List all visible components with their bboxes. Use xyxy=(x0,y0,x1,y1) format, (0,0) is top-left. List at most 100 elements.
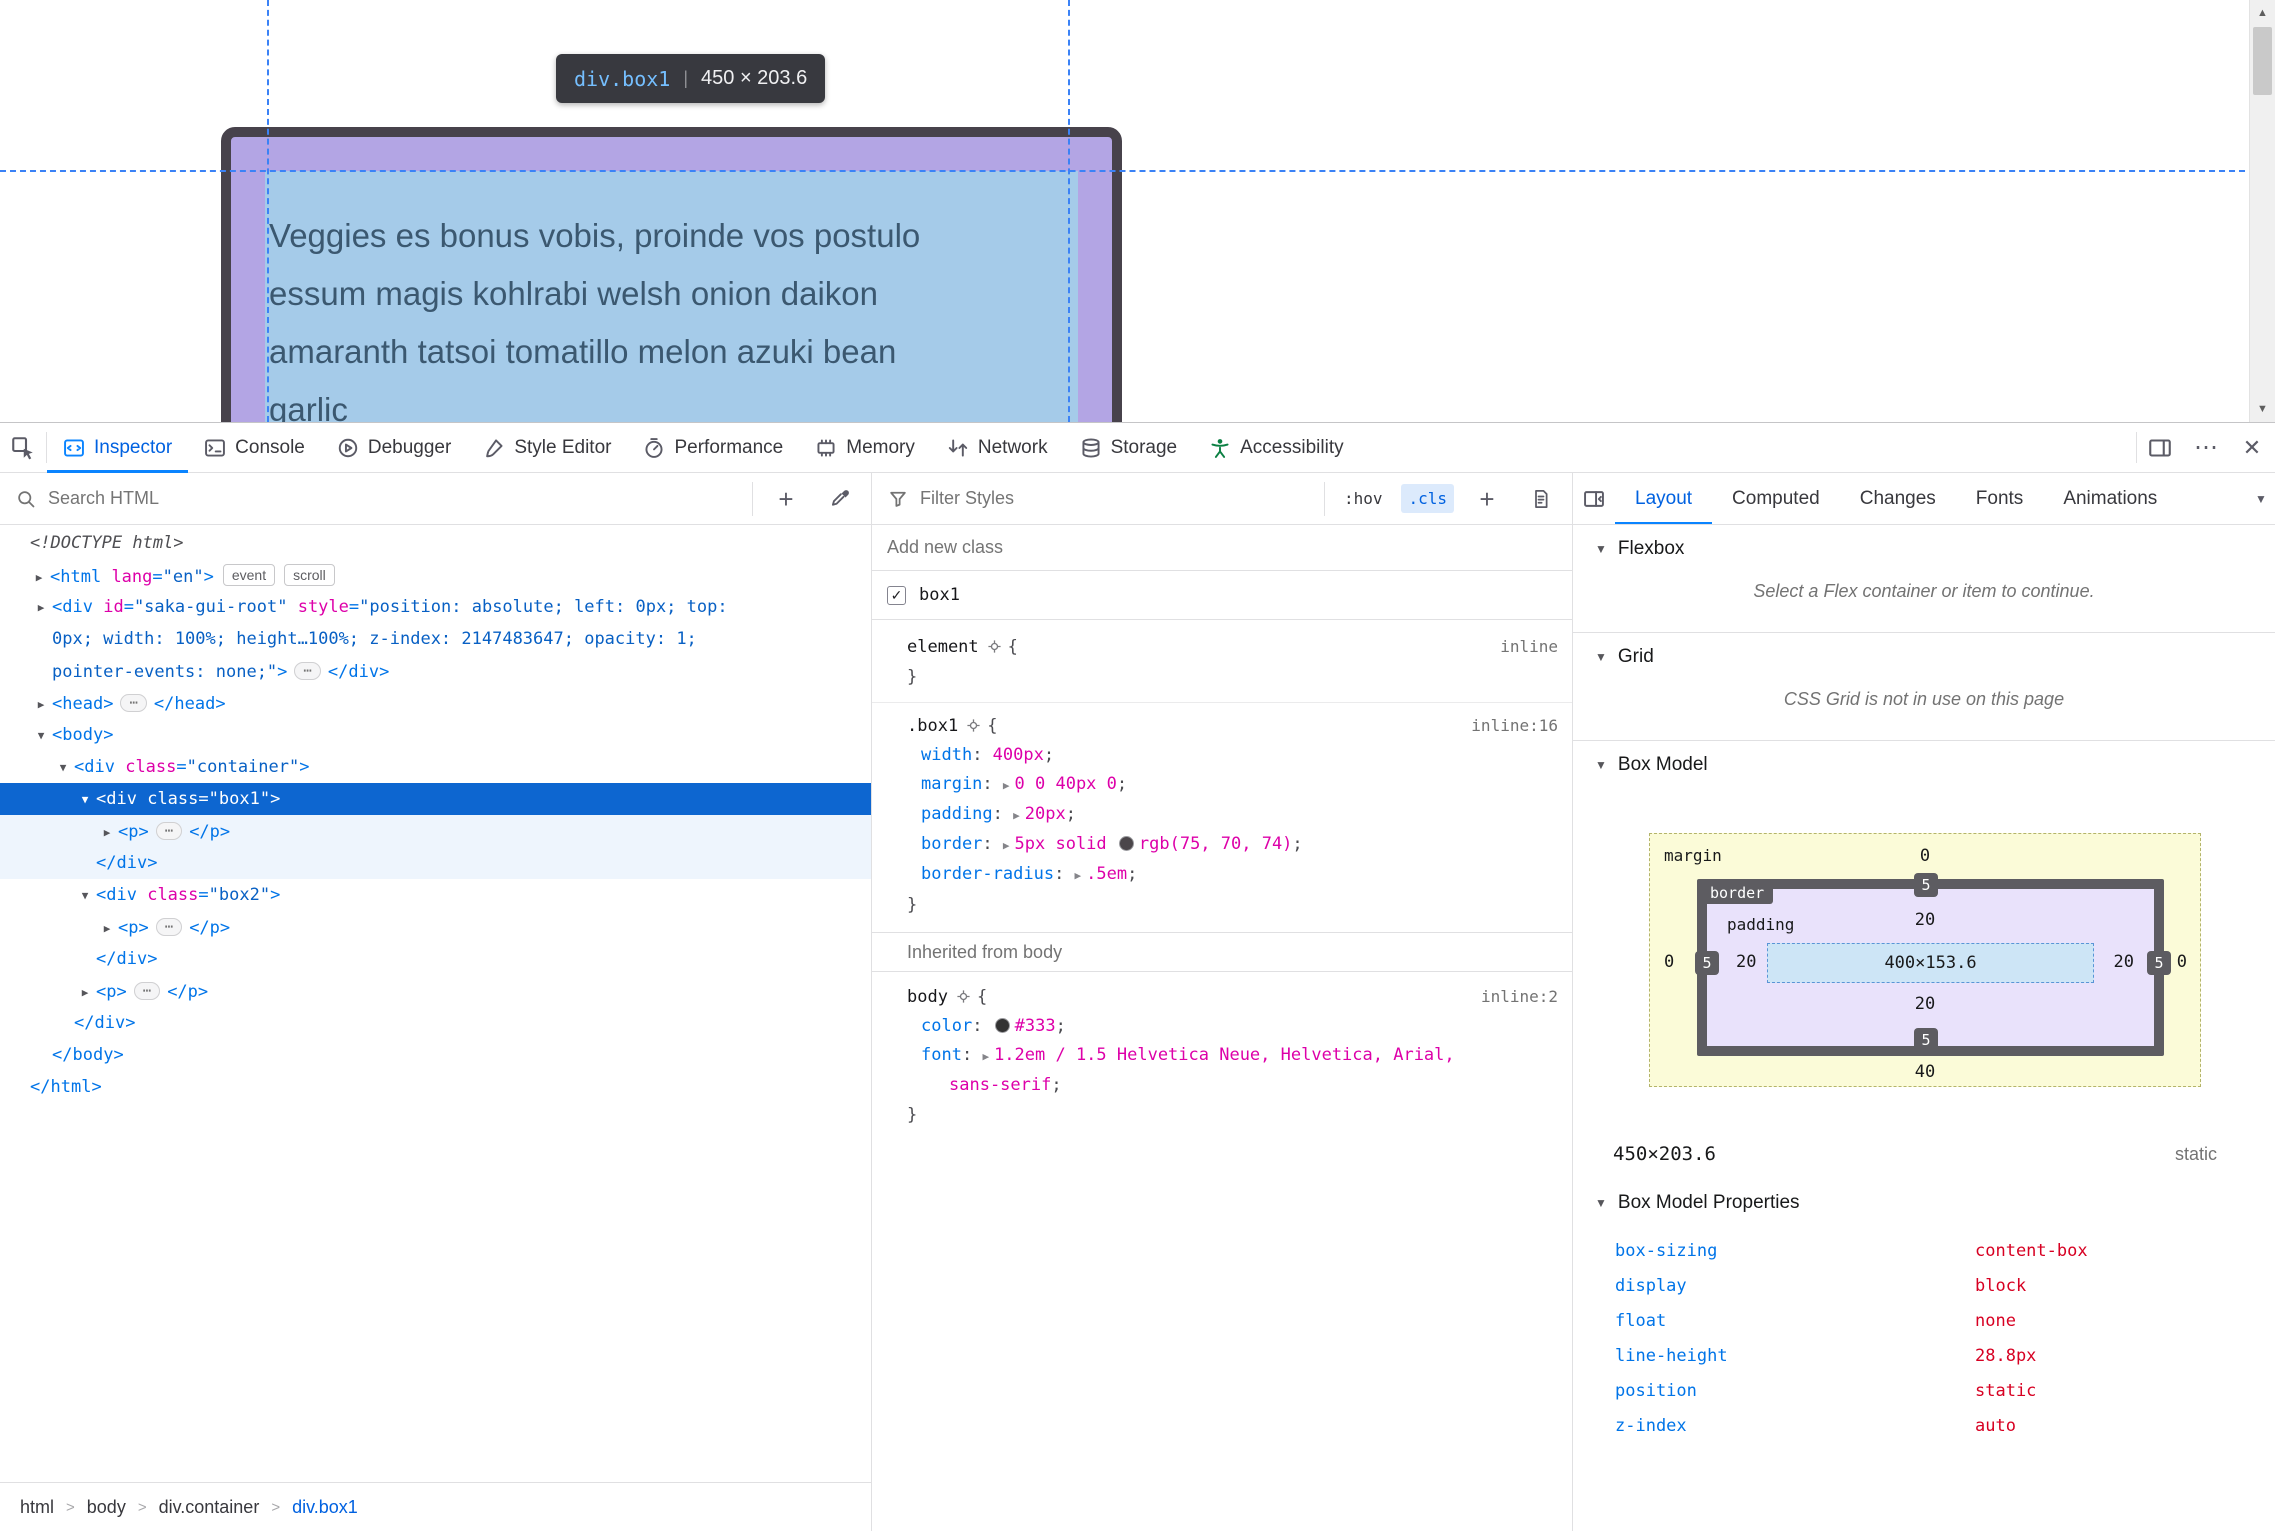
css-declaration[interactable]: border: ▶ 5px solid rgb(75, 70, 74); xyxy=(872,830,1572,860)
margin-right-value[interactable]: 0 xyxy=(2177,952,2187,972)
twisty-right-icon[interactable]: ▶ xyxy=(30,592,52,624)
box-model-diagram[interactable]: margin 0 0 0 40 border padding 400×153.6 xyxy=(1649,833,2201,1087)
margin-top-value[interactable]: 0 xyxy=(1650,846,2200,866)
rule-source-link[interactable]: inline:16 xyxy=(1471,711,1558,741)
markup-row[interactable]: </body> xyxy=(0,1039,871,1071)
css-declaration[interactable]: font: ▶ 1.2em / 1.5 Helvetica Neue, Helve… xyxy=(872,1041,1572,1100)
markup-row[interactable]: ▶ <head> ⋯ </head> xyxy=(0,687,871,719)
markup-row[interactable]: </div> xyxy=(0,1007,871,1039)
tab-console[interactable]: Console xyxy=(188,423,321,472)
class-checkbox[interactable]: ✓ xyxy=(887,585,906,605)
color-swatch[interactable] xyxy=(1118,836,1134,851)
badge-scroll[interactable]: scroll xyxy=(284,564,335,586)
close-devtools-button[interactable]: ✕ xyxy=(2229,423,2275,472)
page-scrollbar[interactable]: ▲ ▼ xyxy=(2249,0,2275,422)
margin-bottom-value[interactable]: 40 xyxy=(1650,1062,2200,1082)
tab-fonts[interactable]: Fonts xyxy=(1956,473,2044,524)
property-name[interactable]: display xyxy=(1615,1276,1975,1296)
inline-expander[interactable]: ⋯ xyxy=(155,822,183,840)
scroll-up-icon[interactable]: ▲ xyxy=(2250,0,2275,26)
twisty-right-icon[interactable]: ▶ xyxy=(30,689,52,721)
selector-highlighter-icon[interactable] xyxy=(966,718,981,733)
selector-highlighter-icon[interactable] xyxy=(956,989,971,1004)
box-model-properties-header[interactable]: ▼ Box Model Properties xyxy=(1573,1179,2275,1227)
property-name[interactable]: float xyxy=(1615,1311,1975,1331)
add-class-row[interactable]: Add new class xyxy=(872,525,1572,571)
grid-header[interactable]: ▼ Grid xyxy=(1573,633,2275,681)
chevron-down-icon[interactable]: ▼ xyxy=(2247,473,2275,524)
tab-changes[interactable]: Changes xyxy=(1840,473,1956,524)
property-name[interactable]: line-height xyxy=(1615,1346,1975,1366)
sidebar-toggle-button[interactable] xyxy=(1573,473,1615,524)
add-class-input[interactable]: Add new class xyxy=(887,537,1003,558)
twisty-right-icon[interactable]: ▶ xyxy=(74,977,96,1009)
markup-row[interactable]: ▼ <div class="container"> xyxy=(0,751,871,783)
print-media-button[interactable] xyxy=(1520,473,1562,524)
border-bottom-value[interactable]: 5 xyxy=(1914,1028,1938,1052)
rule-source-link[interactable]: inline:2 xyxy=(1481,982,1558,1012)
tab-style-editor[interactable]: Style Editor xyxy=(467,423,627,472)
property-name[interactable]: z-index xyxy=(1615,1416,1975,1436)
twisty-down-icon[interactable]: ▼ xyxy=(74,880,96,912)
markup-row[interactable]: </html> xyxy=(0,1071,871,1103)
inline-expander[interactable]: ⋯ xyxy=(155,918,183,936)
expand-icon[interactable]: ▶ xyxy=(1013,809,1020,822)
css-declaration[interactable]: padding: ▶ 20px; xyxy=(872,800,1572,830)
markup-row[interactable]: pointer-events: none;"> ⋯ </div> xyxy=(0,655,871,687)
pseudo-class-toggle[interactable]: :hov xyxy=(1337,484,1390,513)
css-declaration[interactable]: width: 400px; xyxy=(872,741,1572,770)
search-input[interactable]: Search HTML xyxy=(48,488,159,509)
markup-row[interactable]: <!DOCTYPE html> xyxy=(0,527,871,559)
rule-selector[interactable]: body xyxy=(907,987,948,1007)
box-model-content-region[interactable]: 400×153.6 xyxy=(1767,943,2094,983)
twisty-down-icon[interactable]: ▼ xyxy=(52,752,74,784)
padding-left-value[interactable]: 20 xyxy=(1736,952,1756,972)
twisty-right-icon[interactable]: ▶ xyxy=(96,913,118,945)
badge-event[interactable]: event xyxy=(222,564,276,586)
markup-row[interactable]: ▶ <html lang="en"> event scroll xyxy=(0,559,871,591)
breadcrumb-item-html[interactable]: html xyxy=(20,1497,54,1518)
meatball-menu-button[interactable]: ⋯ xyxy=(2183,423,2229,472)
markup-row[interactable]: ▶ <div id="saka-gui-root" style="position… xyxy=(0,591,871,623)
markup-row[interactable]: ▼ <body> xyxy=(0,719,871,751)
add-rule-button[interactable]: + xyxy=(1466,473,1508,524)
box-model-header[interactable]: ▼ Box Model xyxy=(1573,741,2275,789)
tab-animations[interactable]: Animations xyxy=(2043,473,2177,524)
css-declaration[interactable]: border-radius: ▶ .5em; xyxy=(872,860,1572,890)
expand-icon[interactable]: ▶ xyxy=(1003,839,1010,852)
rule-selector[interactable]: .box1 xyxy=(907,716,958,736)
breadcrumb-item-div-box1[interactable]: div.box1 xyxy=(292,1497,358,1518)
property-name[interactable]: position xyxy=(1615,1381,1975,1401)
eyedropper-button[interactable] xyxy=(819,473,861,524)
class-checkbox-row[interactable]: ✓ box1 xyxy=(872,571,1572,620)
expand-icon[interactable]: ▶ xyxy=(1003,779,1010,792)
markup-row[interactable]: ▶ <p> ⋯ </p> xyxy=(0,911,871,943)
expand-icon[interactable]: ▶ xyxy=(1075,869,1082,882)
scrollbar-thumb[interactable] xyxy=(2253,27,2272,95)
tab-layout[interactable]: Layout xyxy=(1615,473,1713,524)
selector-highlighter-icon[interactable] xyxy=(987,639,1002,654)
tab-network[interactable]: Network xyxy=(931,423,1064,472)
scroll-down-icon[interactable]: ▼ xyxy=(2250,396,2275,422)
markup-row[interactable]: 0px; width: 100%; height…100%; z-index: … xyxy=(0,623,871,655)
inline-expander[interactable]: ⋯ xyxy=(120,694,147,712)
markup-row[interactable]: </div> xyxy=(0,847,871,879)
padding-right-value[interactable]: 20 xyxy=(2114,952,2134,972)
filter-styles-input[interactable]: Filter Styles xyxy=(920,488,1014,509)
twisty-down-icon[interactable]: ▼ xyxy=(74,784,96,816)
padding-bottom-value[interactable]: 20 xyxy=(1650,994,2200,1014)
rule-source-link[interactable]: inline xyxy=(1500,632,1558,662)
margin-left-value[interactable]: 0 xyxy=(1664,952,1674,972)
tab-storage[interactable]: Storage xyxy=(1064,423,1194,472)
add-node-button[interactable]: + xyxy=(765,473,807,524)
tab-inspector[interactable]: Inspector xyxy=(47,423,189,473)
breadcrumb-item-body[interactable]: body xyxy=(87,1497,126,1518)
property-name[interactable]: box-sizing xyxy=(1615,1241,1975,1261)
tab-performance[interactable]: Performance xyxy=(627,423,799,472)
border-top-value[interactable]: 5 xyxy=(1914,873,1938,897)
twisty-down-icon[interactable]: ▼ xyxy=(1595,542,1607,556)
pick-element-button[interactable] xyxy=(0,423,46,472)
border-left-value[interactable]: 5 xyxy=(1695,951,1719,975)
tab-accessibility[interactable]: Accessibility xyxy=(1193,423,1359,472)
flexbox-header[interactable]: ▼ Flexbox xyxy=(1573,525,2275,573)
